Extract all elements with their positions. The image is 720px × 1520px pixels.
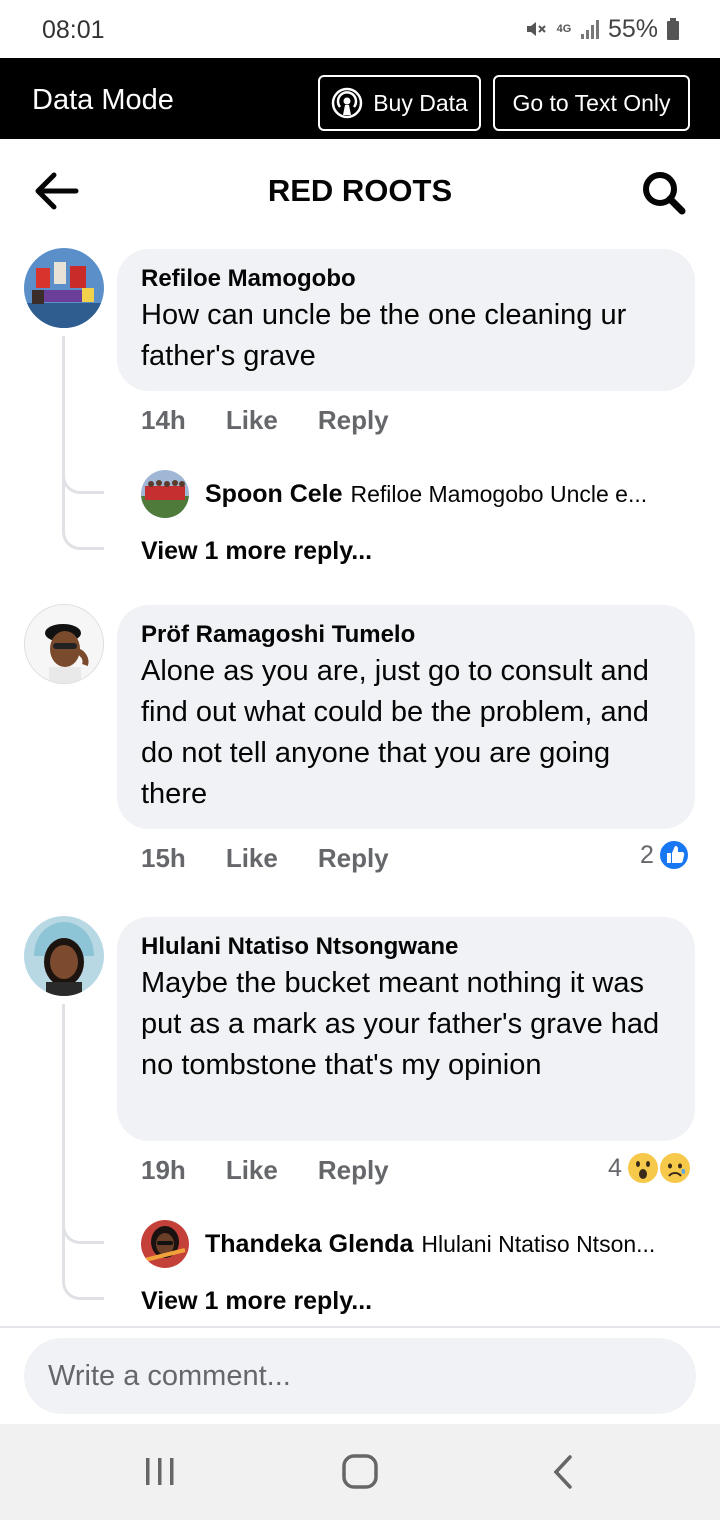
reaction-summary[interactable]: 2 [640,839,690,871]
status-time: 08:01 [42,16,105,44]
avatar[interactable] [24,604,104,684]
reply-author[interactable]: Spoon Cele [205,480,343,509]
reply-button[interactable]: Reply [318,843,389,874]
reply-button[interactable]: Reply [318,1155,389,1186]
system-navigation-bar [0,1424,720,1520]
like-button[interactable]: Like [226,405,278,436]
reply-preview-line: Spoon Cele Refiloe Mamogobo Uncle e... [205,480,647,509]
search-icon [643,172,686,215]
reaction-count: 4 [608,1153,622,1182]
battery-percent: 55% [607,14,658,43]
wow-reaction-icon [625,1151,660,1185]
battery-icon [667,18,679,40]
reply-preview-line: Thandeka Glenda Hlulani Ntatiso Ntson... [205,1230,655,1259]
sad-reaction-icon [657,1151,692,1185]
page-header: RED ROOTS [0,139,720,245]
comment-text: Maybe the bucket meant nothing it was pu… [141,967,660,1081]
like-button[interactable]: Like [226,843,278,874]
text-only-label: Go to Text Only [512,89,671,116]
thread-line [62,470,104,550]
text-only-button[interactable]: Go to Text Only [493,75,690,131]
page-title: RED ROOTS [267,173,453,208]
reply-text: Refiloe Mamogobo Uncle e... [350,480,648,507]
system-back-button[interactable] [540,1450,588,1494]
status-icons: 4G 55% [524,14,680,44]
comment-actions: 15h Like Reply [141,843,389,874]
thread-line [62,1220,104,1300]
like-reaction-icon [657,839,690,871]
chevron-left-icon [553,1455,572,1489]
thread-line [62,1004,104,1244]
broadcast-icon [331,87,363,119]
avatar[interactable] [24,916,104,996]
home-button[interactable] [336,1450,384,1494]
status-bar: 08:01 4G 55% [0,0,720,58]
reaction-count: 2 [640,840,654,869]
reply-author[interactable]: Thandeka Glenda [205,1230,413,1259]
buy-data-label: Buy Data [373,89,468,116]
view-more-replies-link[interactable]: View 1 more reply... [141,1287,372,1316]
comment-bubble[interactable]: Hlulani Ntatiso Ntsongwane Maybe the buc… [117,917,695,1141]
comment-text: Alone as you are, just go to consult and… [141,655,649,810]
comment-text: How can uncle be the one cleaning ur fat… [141,299,627,372]
recent-apps-button[interactable] [136,1450,184,1494]
avatar[interactable] [24,248,104,328]
comment-author[interactable]: Hlulani Ntatiso Ntsongwane [141,931,671,963]
mute-icon [526,22,546,36]
comment-actions: 19h Like Reply [141,1155,389,1186]
comment-author[interactable]: Pröf Ramagoshi Tumelo [141,619,671,651]
data-mode-title: Data Mode [32,84,174,116]
comment-input[interactable]: Write a comment... [24,1338,696,1414]
comment-time: 15h [141,843,186,873]
like-button[interactable]: Like [226,1155,278,1186]
buy-data-button[interactable]: Buy Data [318,75,481,131]
comment-author[interactable]: Refiloe Mamogobo [141,263,671,295]
reply-preview[interactable]: Thandeka Glenda Hlulani Ntatiso Ntson... [141,1220,701,1268]
reply-preview[interactable]: Spoon Cele Refiloe Mamogobo Uncle e... [141,470,701,518]
view-more-replies-link[interactable]: View 1 more reply... [141,537,372,566]
network-icon: 4G [556,22,572,35]
home-icon [342,1454,378,1489]
comment-time: 14h [141,405,186,435]
signal-icon [580,20,599,39]
recent-apps-icon [146,1458,174,1485]
comment-composer: Write a comment... [0,1326,720,1424]
reply-text: Hlulani Ntatiso Ntson... [421,1230,656,1257]
comment-bubble[interactable]: Refiloe Mamogobo How can uncle be the on… [117,249,695,391]
data-mode-bar: Data Mode Buy Data Go to Text Only [0,58,720,139]
comment-time: 19h [141,1155,186,1185]
search-button[interactable] [638,167,690,219]
comment-actions: 14h Like Reply [141,405,389,436]
reply-button[interactable]: Reply [318,405,389,436]
reaction-summary[interactable]: 4 [608,1151,692,1185]
comment-bubble[interactable]: Pröf Ramagoshi Tumelo Alone as you are, … [117,605,695,829]
